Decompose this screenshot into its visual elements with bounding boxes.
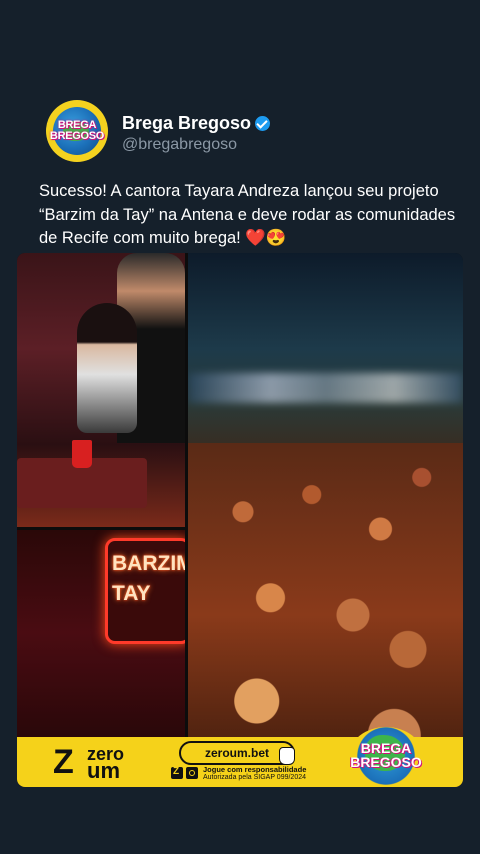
neon-sign: BARZIM TAY <box>105 538 185 644</box>
pointer-hand-icon <box>279 747 295 765</box>
photo-crowd[interactable] <box>188 253 463 787</box>
zerozum-small-icon <box>171 766 183 779</box>
zerozum-logo: Z zero um <box>53 743 125 783</box>
photo-singer[interactable] <box>17 253 185 527</box>
account-handle[interactable]: @bregabregoso <box>122 136 237 154</box>
avatar[interactable]: BREGA BREGOSO <box>46 100 108 162</box>
post-text: Sucesso! A cantora Tayara Andreza lançou… <box>39 182 456 247</box>
account-name[interactable]: Brega Bregoso <box>122 113 271 134</box>
avatar-logo-text: BREGA BREGOSO <box>49 119 105 142</box>
crowd <box>188 443 463 787</box>
verified-icon <box>255 116 271 131</box>
sponsor-banner[interactable]: Z zero um zeroum.bet Jogue com responsab… <box>17 727 463 787</box>
singer-figure <box>77 303 137 433</box>
brega-bregoso-logo: BREGA BREGOSO <box>349 727 423 785</box>
site-link[interactable]: zeroum.bet <box>179 741 295 765</box>
neon-sign-line-1: BARZIM <box>112 552 185 575</box>
account-name-label: Brega Bregoso <box>122 113 252 133</box>
age-badge-icon <box>186 767 198 779</box>
globe-icon: BREGA BREGOSO <box>50 107 104 155</box>
post-header: BREGA BREGOSO Brega Bregoso @bregabregos… <box>46 100 446 162</box>
post-media[interactable]: BARZIM TAY Z zero um zeroum.bet Jogue co… <box>17 253 463 787</box>
stage-lights <box>188 373 463 403</box>
authorization-text: Autorizada pela SIGAP 099/2024 <box>203 774 307 781</box>
red-cup <box>72 440 92 468</box>
neon-sign-line-2: TAY <box>112 582 151 605</box>
responsibility-text: Jogue com responsabilidade <box>203 765 307 774</box>
